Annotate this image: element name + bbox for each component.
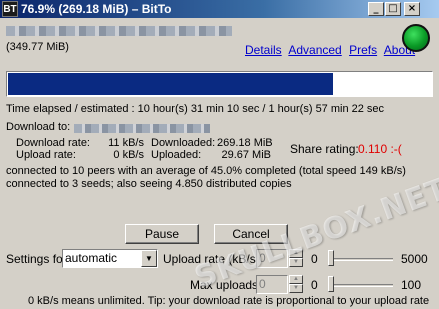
max-uploads-input[interactable]: 0 <box>256 275 288 294</box>
torrent-size: (349.77 MiB) <box>6 41 69 53</box>
download-path-redacted <box>74 124 210 133</box>
cancel-button[interactable]: Cancel <box>214 224 288 244</box>
max-uploads-label: Max uploads <box>190 278 259 292</box>
upload-rate-setting-label: Upload rate (kB/s) <box>163 252 260 266</box>
maximize-button[interactable]: □ <box>385 2 401 16</box>
details-link[interactable]: Details <box>245 43 282 57</box>
pause-button[interactable]: Pause <box>125 224 199 244</box>
download-to-label: Download to: <box>6 121 71 133</box>
spin-up-icon[interactable]: ▲ <box>289 249 303 258</box>
window-title: 76.9% (269.18 MiB) – BitTo <box>21 2 172 16</box>
peers-info-text: connected to 10 peers with an average of… <box>6 165 406 177</box>
download-rate-value: 11 kB/s <box>108 137 144 149</box>
torrent-name-redacted <box>6 26 232 36</box>
time-elapsed-text: Time elapsed / estimated : 10 hour(s) 31… <box>6 103 385 115</box>
max-uploads-spinner[interactable]: ▲ ▼ <box>289 275 303 294</box>
max-uploads-max: 100 <box>401 278 422 292</box>
spin-down-icon[interactable]: ▼ <box>289 258 303 267</box>
upload-rate-slider-track[interactable] <box>328 258 393 261</box>
spin-up-icon[interactable]: ▲ <box>289 275 303 284</box>
upload-rate-spinner[interactable]: ▲ ▼ <box>289 249 303 268</box>
upload-rate-input[interactable]: 0 <box>256 249 288 268</box>
downloaded-value: 269.18 MiB <box>217 137 273 149</box>
upload-rate-max: 5000 <box>401 252 428 266</box>
tip-text: 0 kB/s means unlimited. Tip: your downlo… <box>28 295 430 307</box>
downloaded-label: Downloaded: <box>151 137 216 149</box>
max-uploads-slider-thumb[interactable] <box>328 276 334 292</box>
title-bar[interactable]: BT 76.9% (269.18 MiB) – BitTo _ □ × <box>0 0 439 18</box>
status-light-icon <box>402 24 430 52</box>
uploaded-label: Uploaded: <box>151 149 202 161</box>
download-rate-label: Download rate: <box>16 137 90 149</box>
uploaded-value: 29.67 MiB <box>221 149 271 161</box>
progress-fill <box>8 73 333 95</box>
download-progress-bar <box>6 71 433 97</box>
max-uploads-slider-track[interactable] <box>328 284 393 287</box>
upload-rate-slider-thumb[interactable] <box>328 250 334 266</box>
upload-rate-min: 0 <box>311 252 318 266</box>
max-uploads-min: 0 <box>311 278 318 292</box>
settings-mode-select[interactable]: automatic ▼ <box>62 249 158 268</box>
settings-mode-value: automatic <box>65 251 118 265</box>
settings-for-label: Settings for <box>6 252 67 266</box>
minimize-button[interactable]: _ <box>368 2 384 16</box>
advanced-link[interactable]: Advanced <box>288 43 341 57</box>
prefs-link[interactable]: Prefs <box>349 43 377 57</box>
header-links: Details Advanced Prefs About <box>245 43 419 57</box>
upload-rate-label: Upload rate: <box>16 149 76 161</box>
close-button[interactable]: × <box>404 2 420 16</box>
share-rating-label: Share rating: <box>290 142 359 156</box>
bittorrent-app-icon[interactable]: BT <box>2 1 18 17</box>
upload-rate-value: 0 kB/s <box>113 149 144 161</box>
spin-down-icon[interactable]: ▼ <box>289 284 303 293</box>
seeds-info-text: connected to 3 seeds; also seeing 4.850 … <box>6 178 292 190</box>
chevron-down-icon[interactable]: ▼ <box>141 250 157 267</box>
share-rating-value: 0.110 :-( <box>358 142 402 156</box>
